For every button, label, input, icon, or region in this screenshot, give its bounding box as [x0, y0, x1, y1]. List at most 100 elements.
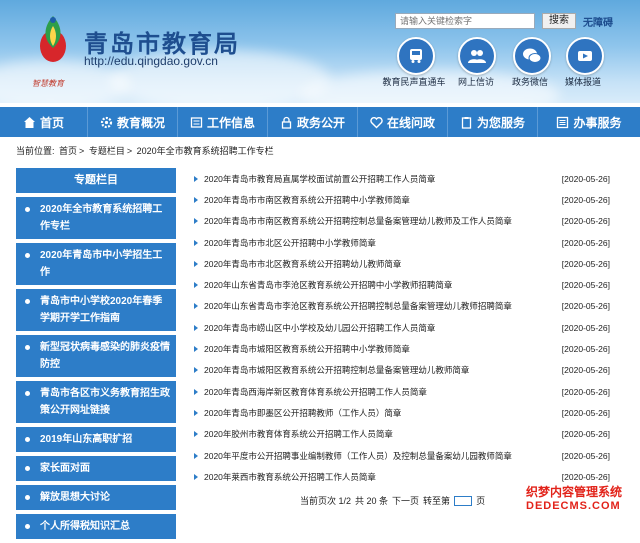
article-title[interactable]: 2020年青岛市崂山区中小学校及幼儿园公开招聘工作人员简章: [190, 322, 435, 334]
nav-label: 工作信息: [206, 115, 255, 130]
article-title[interactable]: 2020年青岛市市南区教育系统公开招聘控制总量备案管理幼儿教师及工作人员简章: [190, 215, 512, 227]
article-date: [2020-05-26]: [561, 365, 610, 376]
watermark-line2: DEDECMS.COM: [526, 500, 621, 512]
article-title[interactable]: 2020年胶州市教育体育系统公开招聘工作人员简章: [190, 428, 393, 440]
page-info: 当前页次 1/2: [300, 496, 352, 506]
sidebar-item[interactable]: 青岛市中小学校2020年春季学期开学工作指南: [16, 289, 176, 331]
list-item[interactable]: 2020年青岛西海岸新区教育体育系统公开招聘工作人员简章 [2020-05-26]: [190, 381, 610, 402]
article-title[interactable]: 2020年青岛市市南区教育系统公开招聘中小学教师简章: [190, 194, 410, 206]
sidebar-item[interactable]: 2020年青岛市中小学招生工作: [16, 243, 176, 285]
article-title[interactable]: 2020年青岛市即墨区公开招聘教师（工作人员）简章: [190, 407, 401, 419]
list-item[interactable]: 2020年青岛市教育局直属学校面试前置公开招聘工作人员简章 [2020-05-26…: [190, 168, 610, 189]
slogan: 智慧教育: [32, 79, 64, 88]
article-title[interactable]: 2020年山东省青岛市李沧区教育系统公开招聘中小学教师招聘简章: [190, 279, 452, 291]
nav-online-inquiry[interactable]: 在线问政: [358, 107, 448, 137]
article-date: [2020-05-26]: [561, 258, 610, 269]
list-item[interactable]: 2020年平度市公开招聘事业编制教师（工作人员）及控制总量备案幼儿园教师简章 [2…: [190, 445, 610, 466]
nav-label: 办事服务: [573, 115, 622, 130]
breadcrumb-topics[interactable]: 专题栏目: [89, 146, 125, 156]
gear-icon: [100, 116, 113, 128]
goto-page-input[interactable]: [454, 495, 473, 506]
sidebar-item[interactable]: 2019年山东高职扩招: [16, 427, 176, 452]
clipboard-icon: [461, 116, 472, 129]
article-title[interactable]: 2020年莱西市教育系统公开招聘工作人员简章: [190, 471, 376, 483]
article-title[interactable]: 2020年青岛市教育局直属学校面试前置公开招聘工作人员简章: [190, 173, 435, 185]
nav-service-for-you[interactable]: 为您服务: [448, 107, 538, 137]
nav-label: 在线问政: [386, 115, 435, 130]
list-item[interactable]: 2020年山东省青岛市李沧区教育系统公开招聘控制总量备案管理幼儿教师招聘简章 [2…: [190, 296, 610, 317]
list-item[interactable]: 2020年青岛市市北区公开招聘中小学教师简章 [2020-05-26]: [190, 232, 610, 253]
article-title[interactable]: 2020年青岛市市北区公开招聘中小学教师简章: [190, 237, 376, 249]
sidebar-item[interactable]: 青岛市各区市义务教育招生政策公开网址链接: [16, 381, 176, 423]
nav-label: 首页: [39, 115, 64, 130]
lock-icon: [281, 116, 292, 129]
main-nav: 首页 教育概况 工作信息 政务公开 在线问政 为您服务 办事服务: [0, 107, 640, 137]
bus-icon[interactable]: [397, 37, 435, 75]
nav-home[interactable]: 首页: [0, 107, 88, 137]
article-title[interactable]: 2020年青岛市城阳区教育系统公开招聘控制总量备案管理幼儿教师简章: [190, 364, 469, 376]
sidebar-item[interactable]: 个人所得税知识汇总: [16, 514, 176, 539]
list-item[interactable]: 2020年青岛市城阳区教育系统公开招聘中小学教师简章 [2020-05-26]: [190, 338, 610, 359]
nav-label: 为您服务: [476, 115, 525, 130]
article-title[interactable]: 2020年平度市公开招聘事业编制教师（工作人员）及控制总量备案幼儿园教师简章: [190, 450, 512, 462]
search-button[interactable]: 搜索: [542, 13, 576, 29]
article-date: [2020-05-26]: [561, 429, 610, 440]
watermark-line1: 织梦内容管理系统: [526, 485, 623, 499]
article-date: [2020-05-26]: [561, 450, 610, 461]
list-item[interactable]: 2020年青岛市城阳区教育系统公开招聘控制总量备案管理幼儿教师简章 [2020-0…: [190, 360, 610, 381]
sidebar-item[interactable]: 家长面对面: [16, 456, 176, 481]
article-date: [2020-05-26]: [561, 322, 610, 333]
next-page-link[interactable]: 下一页: [392, 494, 419, 507]
wechat-icon[interactable]: [513, 37, 551, 75]
quick-link-label[interactable]: 媒体报道: [543, 75, 623, 88]
sidebar-item[interactable]: 新型冠状病毒感染的肺炎疫情防控: [16, 335, 176, 377]
article-date: [2020-05-26]: [561, 471, 610, 482]
nav-label: 教育概况: [116, 115, 165, 130]
list-item[interactable]: 2020年胶州市教育体育系统公开招聘工作人员简章 [2020-05-26]: [190, 424, 610, 445]
list-item[interactable]: 2020年青岛市即墨区公开招聘教师（工作人员）简章 [2020-05-26]: [190, 402, 610, 423]
article-date: [2020-05-26]: [561, 194, 610, 205]
nav-label: 政务公开: [296, 115, 345, 130]
users-icon[interactable]: [458, 37, 496, 75]
article-date: [2020-05-26]: [561, 301, 610, 312]
home-icon: [23, 116, 35, 128]
article-title[interactable]: 2020年青岛市城阳区教育系统公开招聘中小学教师简章: [190, 343, 410, 355]
article-title[interactable]: 2020年青岛市市北区教育系统公开招聘幼儿教师简章: [190, 258, 401, 270]
breadcrumb: 当前位置: 首页 > 专题栏目 > 2020年全市教育系统招聘工作专栏: [16, 146, 274, 156]
article-date: [2020-05-26]: [561, 407, 610, 418]
list-item[interactable]: 2020年山东省青岛市李沧区教育系统公开招聘中小学教师招聘简章 [2020-05-…: [190, 274, 610, 295]
search-input[interactable]: [395, 13, 535, 29]
sidebar-item[interactable]: 2020年全市教育系统招聘工作专栏: [16, 197, 176, 239]
pagination: 当前页次 1/2 共 20 条 下一页 转至第 页: [300, 494, 485, 507]
article-date: [2020-05-26]: [561, 344, 610, 355]
list-item[interactable]: 2020年青岛市市南区教育系统公开招聘控制总量备案管理幼儿教师及工作人员简章 [2…: [190, 211, 610, 232]
accessibility-link[interactable]: 无障碍: [583, 14, 613, 29]
article-date: [2020-05-26]: [561, 280, 610, 291]
breadcrumb-current[interactable]: 2020年全市教育系统招聘工作专栏: [137, 146, 274, 156]
article-date: [2020-05-26]: [561, 386, 610, 397]
goto-label: 转至第: [423, 496, 451, 506]
sidebar-item[interactable]: 解放思想大讨论: [16, 485, 176, 510]
article-title[interactable]: 2020年青岛西海岸新区教育体育系统公开招聘工作人员简章: [190, 386, 427, 398]
breadcrumb-prefix: 当前位置:: [16, 146, 55, 156]
article-date: [2020-05-26]: [561, 173, 610, 184]
nav-overview[interactable]: 教育概况: [88, 107, 178, 137]
list-item[interactable]: 2020年青岛市市南区教育系统公开招聘中小学教师简章 [2020-05-26]: [190, 189, 610, 210]
nav-affairs-service[interactable]: 办事服务: [538, 107, 640, 137]
watermark: 织梦内容管理系统 DEDECMS.COM: [526, 483, 636, 519]
video-icon[interactable]: [566, 37, 604, 75]
breadcrumb-home[interactable]: 首页: [59, 146, 77, 156]
nav-work-info[interactable]: 工作信息: [178, 107, 268, 137]
document-icon: [190, 116, 203, 128]
article-title[interactable]: 2020年山东省青岛市李沧区教育系统公开招聘控制总量备案管理幼儿教师招聘简章: [190, 300, 512, 312]
site-url: http://edu.qingdao.gov.cn: [84, 54, 218, 68]
education-bureau-logo[interactable]: [32, 12, 74, 64]
list-item[interactable]: 2020年青岛市市北区教育系统公开招聘幼儿教师简章 [2020-05-26]: [190, 253, 610, 274]
sidebar-title: 专题栏目: [16, 168, 176, 193]
article-list: 2020年青岛市教育局直属学校面试前置公开招聘工作人员简章 [2020-05-26…: [190, 168, 610, 487]
nav-gov-affairs[interactable]: 政务公开: [268, 107, 358, 137]
list-item[interactable]: 2020年青岛市崂山区中小学校及幼儿园公开招聘工作人员简章 [2020-05-26…: [190, 317, 610, 338]
page-suffix: 页: [476, 496, 486, 506]
total-count: 共 20 条: [355, 496, 389, 506]
article-date: [2020-05-26]: [561, 216, 610, 227]
